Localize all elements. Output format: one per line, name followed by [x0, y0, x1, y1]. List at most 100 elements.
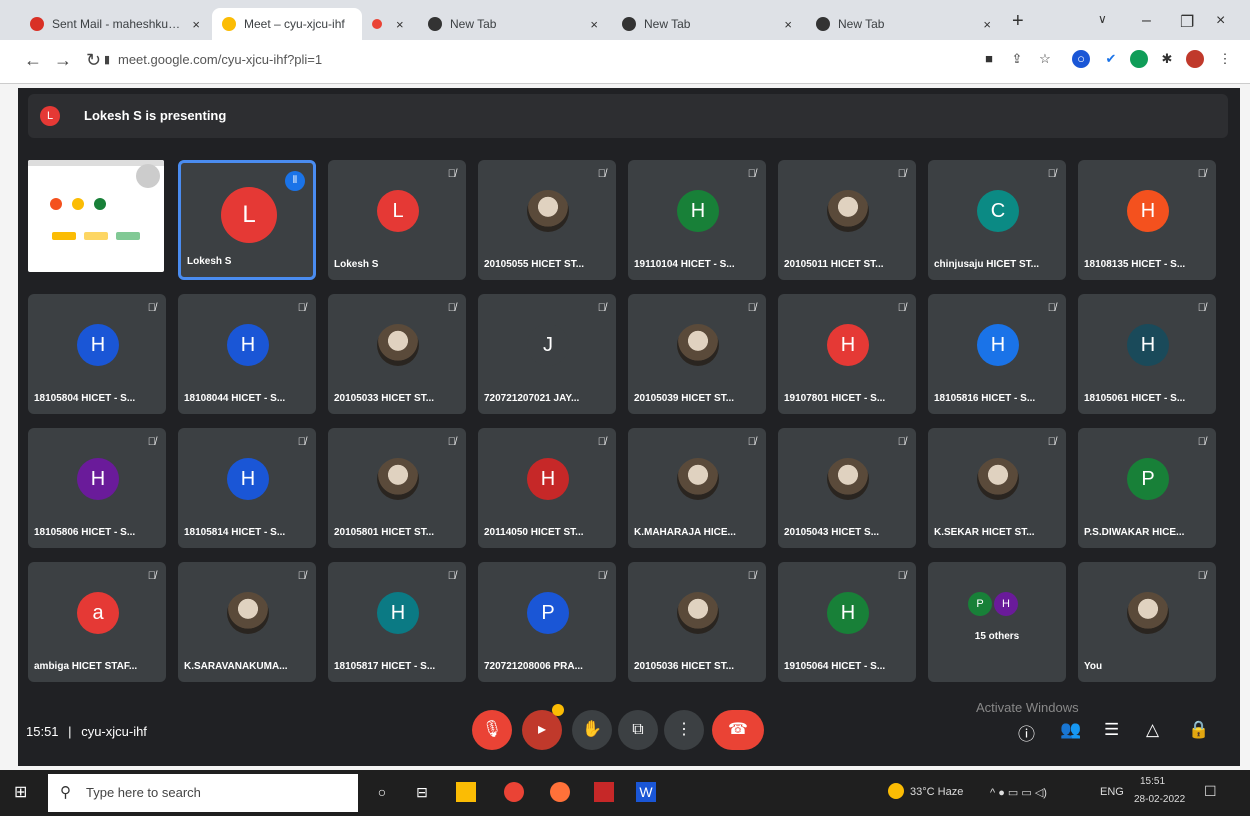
- tab-title: New Tab: [644, 17, 691, 31]
- leave-call-button[interactable]: ☎: [712, 710, 764, 750]
- notifications-icon[interactable]: ☐: [1204, 783, 1217, 800]
- present-button[interactable]: ⧉: [618, 710, 658, 750]
- participant-tile[interactable]: 🎙̸ 20105043 HICET S...: [778, 428, 916, 548]
- weather-icon[interactable]: [888, 783, 904, 799]
- participant-tile[interactable]: H 🎙̸ 19107801 HICET - S...: [778, 294, 916, 414]
- weather-text[interactable]: 33°C Haze: [910, 786, 963, 798]
- extension-icon[interactable]: ○: [1072, 50, 1090, 68]
- extension-icon[interactable]: [1130, 50, 1148, 68]
- host-controls-icon[interactable]: 🔒: [1188, 720, 1209, 740]
- taskbar-search[interactable]: ⚲ Type here to search: [48, 774, 358, 812]
- slide-shape: [72, 198, 84, 210]
- participant-avatar: [677, 458, 719, 500]
- participant-tile[interactable]: H 🎙̸ 18105814 HICET - S...: [178, 428, 316, 548]
- tab-search-icon[interactable]: ∨: [1098, 12, 1107, 26]
- participant-tile[interactable]: 🎙̸ 20105055 HICET ST...: [478, 160, 616, 280]
- tab-recording[interactable]: ×: [362, 8, 414, 40]
- participant-tile[interactable]: a 🎙̸ ambiga HICET STAF...: [28, 562, 166, 682]
- participant-tile[interactable]: H 🎙̸ 18105806 HICET - S...: [28, 428, 166, 548]
- new-tab-button[interactable]: +: [1012, 10, 1024, 33]
- participant-tile[interactable]: 🎙̸ 20105011 HICET ST...: [778, 160, 916, 280]
- mic-muted-icon: 🎙̸: [147, 302, 156, 314]
- participant-tile[interactable]: H 🎙̸ 18108044 HICET - S...: [178, 294, 316, 414]
- activities-icon[interactable]: △: [1146, 720, 1159, 740]
- reload-icon[interactable]: ↻: [86, 50, 101, 71]
- forward-icon[interactable]: →: [54, 50, 72, 71]
- participant-tile[interactable]: 🎙̸ 20105039 HICET ST...: [628, 294, 766, 414]
- participant-tile[interactable]: 🎙̸ K.SARAVANAKUMA...: [178, 562, 316, 682]
- meet-window: L Lokesh S is presenting L ⦀ Lokesh S L 🎙̸ Lo…: [18, 88, 1240, 766]
- participant-tile[interactable]: L 🎙̸ Lokesh S: [328, 160, 466, 280]
- close-icon[interactable]: ×: [396, 17, 404, 32]
- participant-tile[interactable]: H 🎙̸ 18105816 HICET - S...: [928, 294, 1066, 414]
- chat-icon[interactable]: ☰: [1104, 720, 1119, 740]
- camera-off-button[interactable]: ▸: [522, 710, 562, 750]
- participant-tile[interactable]: H 🎙̸ 18105804 HICET - S...: [28, 294, 166, 414]
- participant-avatar: [527, 190, 569, 232]
- tab-meet[interactable]: Meet – cyu-xjcu-ihf: [212, 8, 362, 40]
- slide-shape: [84, 232, 108, 240]
- share-icon[interactable]: ⇪: [1008, 50, 1026, 68]
- mic-muted-icon: 🎙̸: [1047, 302, 1056, 314]
- close-icon[interactable]: ×: [192, 17, 200, 32]
- back-icon[interactable]: ←: [24, 50, 42, 71]
- puzzle-icon[interactable]: ✱: [1158, 50, 1176, 68]
- presenter-avatar: L: [40, 106, 60, 126]
- participant-tile[interactable]: P 🎙̸ 720721208006 PRA...: [478, 562, 616, 682]
- more-options-button[interactable]: ⋮: [664, 710, 704, 750]
- participant-tile[interactable]: C 🎙̸ chinjusaju HICET ST...: [928, 160, 1066, 280]
- participant-tile[interactable]: 🎙̸ K.SEKAR HICET ST...: [928, 428, 1066, 548]
- tab-new-1[interactable]: New Tab ×: [418, 8, 608, 40]
- participant-tile[interactable]: 🎙̸ 20105801 HICET ST...: [328, 428, 466, 548]
- clock-time[interactable]: 15:51: [1140, 776, 1165, 787]
- tab-sent-mail[interactable]: Sent Mail - maheshkumar... ×: [20, 8, 210, 40]
- participant-tile[interactable]: P H 15 others: [928, 562, 1066, 682]
- participant-tile[interactable]: 🎙̸ 20105036 HICET ST...: [628, 562, 766, 682]
- acrobat-icon[interactable]: [594, 782, 614, 802]
- info-icon[interactable]: ⓘ: [1018, 720, 1035, 745]
- people-icon[interactable]: 👥: [1060, 720, 1081, 740]
- participant-tile[interactable]: H 🎙̸ 19110104 HICET - S...: [628, 160, 766, 280]
- participant-tile[interactable]: H 🎙̸ 18105817 HICET - S...: [328, 562, 466, 682]
- close-icon[interactable]: ×: [590, 17, 598, 32]
- minimize-icon[interactable]: –: [1142, 12, 1151, 30]
- file-explorer-icon[interactable]: [456, 782, 476, 802]
- window-close-icon[interactable]: ×: [1216, 12, 1225, 30]
- firefox-icon[interactable]: [550, 782, 570, 802]
- mic-muted-icon: 🎙̸: [897, 436, 906, 448]
- tab-new-2[interactable]: New Tab ×: [612, 8, 802, 40]
- participant-tile[interactable]: H 🎙̸ 18108135 HICET - S...: [1078, 160, 1216, 280]
- maximize-icon[interactable]: ❐: [1180, 12, 1194, 32]
- participant-tile[interactable]: H 🎙̸ 19105064 HICET - S...: [778, 562, 916, 682]
- bookmark-star-icon[interactable]: ☆: [1036, 50, 1054, 68]
- participant-tile[interactable]: 🎙̸ You: [1078, 562, 1216, 682]
- participant-tile[interactable]: H 🎙̸ 20114050 HICET ST...: [478, 428, 616, 548]
- url-field[interactable]: meet.google.com/cyu-xjcu-ihf?pli=1: [118, 52, 322, 67]
- participant-tile[interactable]: 🎙̸ K.MAHARAJA HICE...: [628, 428, 766, 548]
- check-extension-icon[interactable]: ✔: [1102, 50, 1120, 68]
- mic-off-button[interactable]: 🎙: [472, 710, 512, 750]
- close-icon[interactable]: ×: [784, 17, 792, 32]
- profile-avatar[interactable]: [1186, 50, 1204, 68]
- clock-date[interactable]: 28-02-2022: [1134, 794, 1185, 805]
- close-icon[interactable]: ×: [983, 17, 991, 32]
- windows-start-icon[interactable]: ⊞: [14, 782, 27, 802]
- task-view-icon[interactable]: ⊟: [412, 782, 432, 802]
- participant-tile[interactable]: L ⦀ Lokesh S: [178, 160, 316, 280]
- tab-new-3[interactable]: New Tab ×: [806, 8, 1001, 40]
- participant-tile[interactable]: H 🎙̸ 18105061 HICET - S...: [1078, 294, 1216, 414]
- camera-icon[interactable]: ■: [980, 50, 998, 68]
- presentation-thumbnail[interactable]: [28, 160, 164, 272]
- chrome-taskbar-icon[interactable]: [504, 782, 524, 802]
- language-indicator[interactable]: ENG: [1100, 786, 1124, 798]
- participant-tile[interactable]: 🎙̸ 20105033 HICET ST...: [328, 294, 466, 414]
- presenting-banner[interactable]: L Lokesh S is presenting: [28, 94, 1228, 138]
- participant-tile[interactable]: J 🎙̸ 720721207021 JAY...: [478, 294, 616, 414]
- raise-hand-button[interactable]: ✋: [572, 710, 612, 750]
- participant-tile[interactable]: P 🎙̸ P.S.DIWAKAR HICE...: [1078, 428, 1216, 548]
- menu-icon[interactable]: ⋮: [1216, 50, 1234, 68]
- cortana-icon[interactable]: ○: [372, 782, 392, 802]
- word-icon[interactable]: W: [636, 782, 656, 802]
- tray-icons[interactable]: ^ ● ▭ ▭ ◁): [990, 786, 1047, 799]
- meet-icon: [222, 17, 236, 31]
